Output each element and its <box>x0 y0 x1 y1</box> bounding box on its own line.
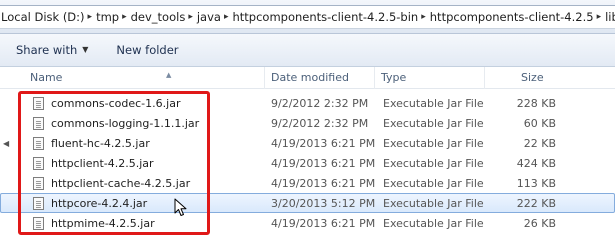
file-type: Executable Jar File <box>383 117 484 130</box>
file-name: commons-codec-1.6.jar <box>51 97 181 110</box>
file-date: 3/20/2013 5:12 PM <box>271 197 376 210</box>
file-name: httpmime-4.2.5.jar <box>51 217 155 230</box>
file-row[interactable]: httpclient-4.2.5.jar 4/19/2013 6:21 PM E… <box>0 153 615 173</box>
breadcrumb-httpcomponents-client[interactable]: httpcomponents-client-4.2.5 <box>426 6 597 28</box>
chevron-down-icon: ▼ <box>82 45 89 54</box>
column-type-label: Type <box>381 71 407 84</box>
column-name-label: Name <box>30 71 63 84</box>
breadcrumb-tmp[interactable]: tmp <box>92 6 122 28</box>
jar-file-icon <box>33 97 44 110</box>
mouse-cursor-icon <box>174 198 187 216</box>
file-date: 9/2/2012 2:32 PM <box>271 97 369 110</box>
command-bar: Share with ▼ New folder <box>0 34 615 67</box>
new-folder-label: New folder <box>116 43 179 57</box>
file-type: Executable Jar File <box>383 177 484 190</box>
column-header-size[interactable]: Size <box>484 67 615 89</box>
new-folder-button[interactable]: New folder <box>110 39 184 61</box>
file-row[interactable]: httpclient-cache-4.2.5.jar 4/19/2013 6:2… <box>0 173 615 193</box>
column-size-label: Size <box>521 71 544 84</box>
file-name: fluent-hc-4.2.5.jar <box>51 137 150 150</box>
jar-file-icon <box>33 197 44 210</box>
column-header-date-modified[interactable]: Date modified <box>264 67 374 89</box>
breadcrumb-lib[interactable]: lib <box>601 6 615 28</box>
file-name: httpclient-4.2.5.jar <box>51 157 154 170</box>
column-header-type[interactable]: Type <box>374 67 484 89</box>
file-type: Executable Jar File <box>383 97 484 110</box>
breadcrumb[interactable]: Local Disk (D:) ▸ tmp ▸ dev_tools ▸ java… <box>0 5 615 29</box>
file-row[interactable]: commons-logging-1.1.1.jar 9/2/2012 2:32 … <box>0 113 615 133</box>
jar-file-icon <box>33 117 44 130</box>
file-name: commons-logging-1.1.1.jar <box>51 117 200 130</box>
share-with-button[interactable]: Share with ▼ <box>10 39 94 61</box>
file-list: commons-codec-1.6.jar 9/2/2012 2:32 PM E… <box>0 89 615 230</box>
file-row[interactable]: fluent-hc-4.2.5.jar 4/19/2013 6:21 PM Ex… <box>0 133 615 153</box>
file-name: httpclient-cache-4.2.5.jar <box>51 177 191 190</box>
sort-ascending-icon: ▲ <box>166 71 172 79</box>
jar-file-icon <box>33 137 44 150</box>
file-name: httpcore-4.2.4.jar <box>51 197 148 210</box>
file-date: 4/19/2013 6:21 PM <box>271 137 376 150</box>
file-size: 22 KB <box>523 137 556 150</box>
column-date-label: Date modified <box>271 71 349 84</box>
column-header-name[interactable]: ▲ Name <box>24 67 264 89</box>
column-header: ◀ ▲ Name Date modified Type Size <box>0 67 615 148</box>
file-size: 222 KB <box>516 197 556 210</box>
file-type: Executable Jar File <box>383 137 484 150</box>
share-with-label: Share with <box>16 43 78 57</box>
file-row-selected[interactable]: httpcore-4.2.4.jar 3/20/2013 5:12 PM Exe… <box>0 193 615 213</box>
file-row[interactable]: commons-codec-1.6.jar 9/2/2012 2:32 PM E… <box>0 93 615 113</box>
file-row[interactable]: httpmime-4.2.5.jar 4/19/2013 6:21 PM Exe… <box>0 213 615 233</box>
file-date: 4/19/2013 6:21 PM <box>271 157 376 170</box>
file-type: Executable Jar File <box>383 197 484 210</box>
jar-file-icon <box>33 177 44 190</box>
jar-file-icon <box>33 217 44 230</box>
breadcrumb-httpcomponents-bin[interactable]: httpcomponents-client-4.2.5-bin <box>228 6 421 28</box>
breadcrumb-dev-tools[interactable]: dev_tools <box>127 6 189 28</box>
file-size: 228 KB <box>516 97 556 110</box>
file-date: 4/19/2013 6:21 PM <box>271 217 376 230</box>
file-size: 60 KB <box>523 117 556 130</box>
breadcrumb-java[interactable]: java <box>193 6 224 28</box>
breadcrumb-local-disk[interactable]: Local Disk (D:) <box>0 6 88 28</box>
file-size: 424 KB <box>516 157 556 170</box>
jar-file-icon <box>33 157 44 170</box>
file-type: Executable Jar File <box>383 217 484 230</box>
address-bar: Local Disk (D:) ▸ tmp ▸ dev_tools ▸ java… <box>0 0 615 34</box>
file-size: 113 KB <box>516 177 556 190</box>
file-date: 9/2/2012 2:32 PM <box>271 117 369 130</box>
file-size: 26 KB <box>523 217 556 230</box>
file-type: Executable Jar File <box>383 157 484 170</box>
file-date: 4/19/2013 6:21 PM <box>271 177 376 190</box>
